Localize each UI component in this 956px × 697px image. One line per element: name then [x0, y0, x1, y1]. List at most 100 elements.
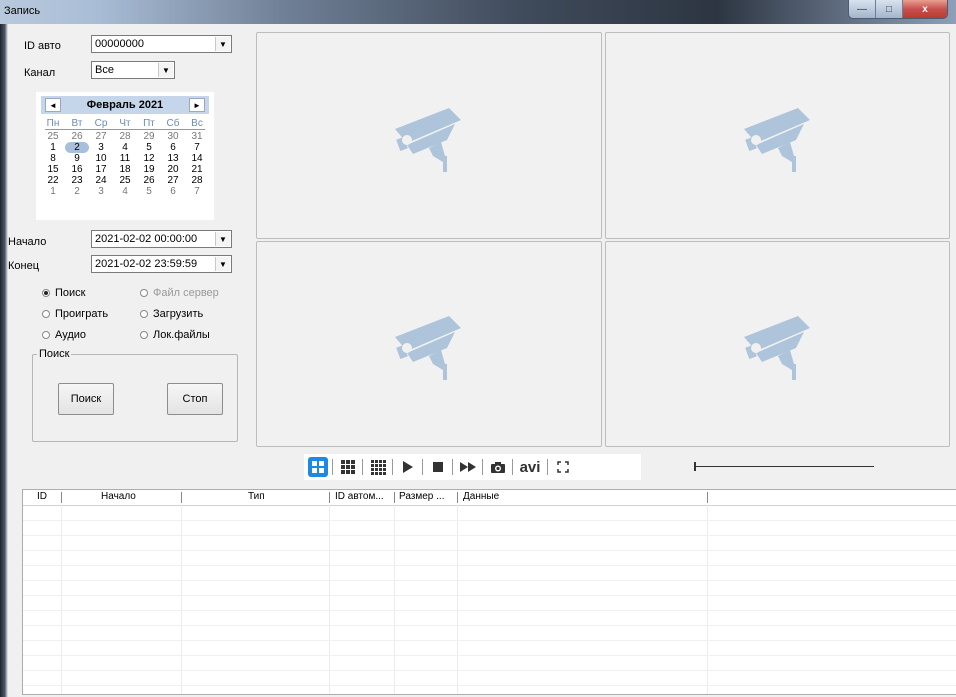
- calendar-day[interactable]: 12: [137, 153, 161, 164]
- calendar-day[interactable]: 25: [113, 175, 137, 186]
- calendar-day[interactable]: 27: [89, 131, 113, 142]
- fast-forward-button[interactable]: [454, 454, 481, 480]
- mode-search-radio[interactable]: Поиск: [42, 287, 85, 299]
- calendar-day[interactable]: 3: [89, 186, 113, 197]
- calendar-day[interactable]: 1: [41, 142, 65, 153]
- calendar-day[interactable]: 13: [161, 153, 185, 164]
- chevron-down-icon[interactable]: ▼: [158, 63, 173, 77]
- layout-16-button[interactable]: [364, 454, 391, 480]
- vehicle-id-value: 00000000: [95, 38, 144, 50]
- calendar-day[interactable]: 6: [161, 142, 185, 153]
- radio-dot[interactable]: [42, 310, 50, 318]
- chevron-down-icon[interactable]: ▼: [215, 257, 230, 271]
- records-table[interactable]: ID Начало Тип ID автом... Размер ... Дан…: [22, 489, 956, 695]
- calendar-day[interactable]: 24: [89, 175, 113, 186]
- calendar-day[interactable]: 9: [65, 153, 89, 164]
- calendar-day[interactable]: 31: [185, 131, 209, 142]
- start-datetime-picker[interactable]: 2021-02-02 00:00:00 ▼: [91, 230, 232, 248]
- search-button[interactable]: Поиск: [58, 383, 114, 415]
- calendar-day[interactable]: 2: [65, 186, 89, 197]
- calendar-day[interactable]: 4: [113, 142, 137, 153]
- column-divider[interactable]: [181, 492, 182, 503]
- calendar-day-selected[interactable]: 2: [65, 142, 89, 153]
- calendar-day[interactable]: 7: [185, 186, 209, 197]
- calendar-day[interactable]: 26: [65, 131, 89, 142]
- radio-dot[interactable]: [42, 331, 50, 339]
- calendar-day[interactable]: 19: [137, 164, 161, 175]
- fullscreen-button[interactable]: [549, 454, 576, 480]
- stop-playback-button[interactable]: [424, 454, 451, 480]
- chevron-down-icon[interactable]: ▼: [215, 37, 230, 51]
- column-header-size[interactable]: Размер ...: [399, 491, 444, 502]
- calendar-day[interactable]: 7: [185, 142, 209, 153]
- calendar-day[interactable]: 10: [89, 153, 113, 164]
- column-divider[interactable]: [394, 492, 395, 503]
- calendar-day[interactable]: 26: [137, 175, 161, 186]
- grid-2x2-icon: [307, 457, 328, 477]
- video-channel-3[interactable]: [256, 241, 602, 447]
- column-header-id[interactable]: ID: [37, 491, 47, 502]
- calendar-day[interactable]: 11: [113, 153, 137, 164]
- calendar-day[interactable]: 28: [113, 131, 137, 142]
- calendar-day[interactable]: 1: [41, 186, 65, 197]
- radio-dot[interactable]: [42, 289, 50, 297]
- calendar-day[interactable]: 5: [137, 186, 161, 197]
- volume-slider[interactable]: [694, 462, 874, 471]
- column-header-type[interactable]: Тип: [248, 491, 265, 502]
- mode-download-radio[interactable]: Загрузить: [140, 308, 203, 320]
- calendar-next-button[interactable]: ►: [189, 98, 205, 112]
- layout-4-button[interactable]: [304, 454, 331, 480]
- video-channel-4[interactable]: [605, 241, 950, 447]
- radio-dot[interactable]: [140, 310, 148, 318]
- mode-play-radio[interactable]: Проиграть: [42, 308, 108, 320]
- calendar-day[interactable]: 21: [185, 164, 209, 175]
- slider-thumb[interactable]: [694, 462, 696, 471]
- grid-line: [23, 685, 956, 686]
- calendar-day[interactable]: 14: [185, 153, 209, 164]
- video-channel-1[interactable]: [256, 32, 602, 239]
- calendar-day[interactable]: 6: [161, 186, 185, 197]
- radio-dot[interactable]: [140, 289, 148, 297]
- mode-local-files-radio[interactable]: Лок.файлы: [140, 329, 210, 341]
- calendar-day[interactable]: 30: [161, 131, 185, 142]
- calendar-day[interactable]: 18: [113, 164, 137, 175]
- stop-button[interactable]: Стоп: [167, 383, 223, 415]
- calendar-day[interactable]: 22: [41, 175, 65, 186]
- column-header-data[interactable]: Данные: [463, 491, 499, 502]
- close-button[interactable]: x: [903, 0, 947, 18]
- calendar-prev-button[interactable]: ◄: [45, 98, 61, 112]
- maximize-button[interactable]: □: [876, 0, 903, 18]
- calendar-day[interactable]: 25: [41, 131, 65, 142]
- column-divider[interactable]: [457, 492, 458, 503]
- chevron-down-icon[interactable]: ▼: [215, 232, 230, 246]
- vehicle-id-combobox[interactable]: 00000000 ▼: [91, 35, 232, 53]
- avi-export-button[interactable]: avi: [514, 454, 546, 480]
- calendar-day[interactable]: 29: [137, 131, 161, 142]
- column-header-start[interactable]: Начало: [101, 491, 136, 502]
- radio-dot[interactable]: [140, 331, 148, 339]
- calendar-day[interactable]: 20: [161, 164, 185, 175]
- calendar-day[interactable]: 15: [41, 164, 65, 175]
- column-header-vehicle-id[interactable]: ID автом...: [335, 491, 384, 502]
- layout-9-button[interactable]: [334, 454, 361, 480]
- end-datetime-picker[interactable]: 2021-02-02 23:59:59 ▼: [91, 255, 232, 273]
- mode-file-server-radio[interactable]: Файл сервер: [140, 287, 219, 299]
- calendar-day[interactable]: 27: [161, 175, 185, 186]
- calendar-day[interactable]: 3: [89, 142, 113, 153]
- calendar-day[interactable]: 8: [41, 153, 65, 164]
- calendar-day[interactable]: 16: [65, 164, 89, 175]
- play-button[interactable]: [394, 454, 421, 480]
- channel-combobox[interactable]: Все ▼: [91, 61, 175, 79]
- calendar-day[interactable]: 23: [65, 175, 89, 186]
- video-channel-2[interactable]: [605, 32, 950, 239]
- calendar-day[interactable]: 4: [113, 186, 137, 197]
- minimize-button[interactable]: —: [849, 0, 876, 18]
- calendar-day[interactable]: 17: [89, 164, 113, 175]
- column-divider[interactable]: [61, 492, 62, 503]
- calendar-day[interactable]: 5: [137, 142, 161, 153]
- column-divider[interactable]: [329, 492, 330, 503]
- calendar-day[interactable]: 28: [185, 175, 209, 186]
- mode-audio-radio[interactable]: Аудио: [42, 329, 86, 341]
- column-divider[interactable]: [707, 492, 708, 503]
- snapshot-button[interactable]: [484, 454, 511, 480]
